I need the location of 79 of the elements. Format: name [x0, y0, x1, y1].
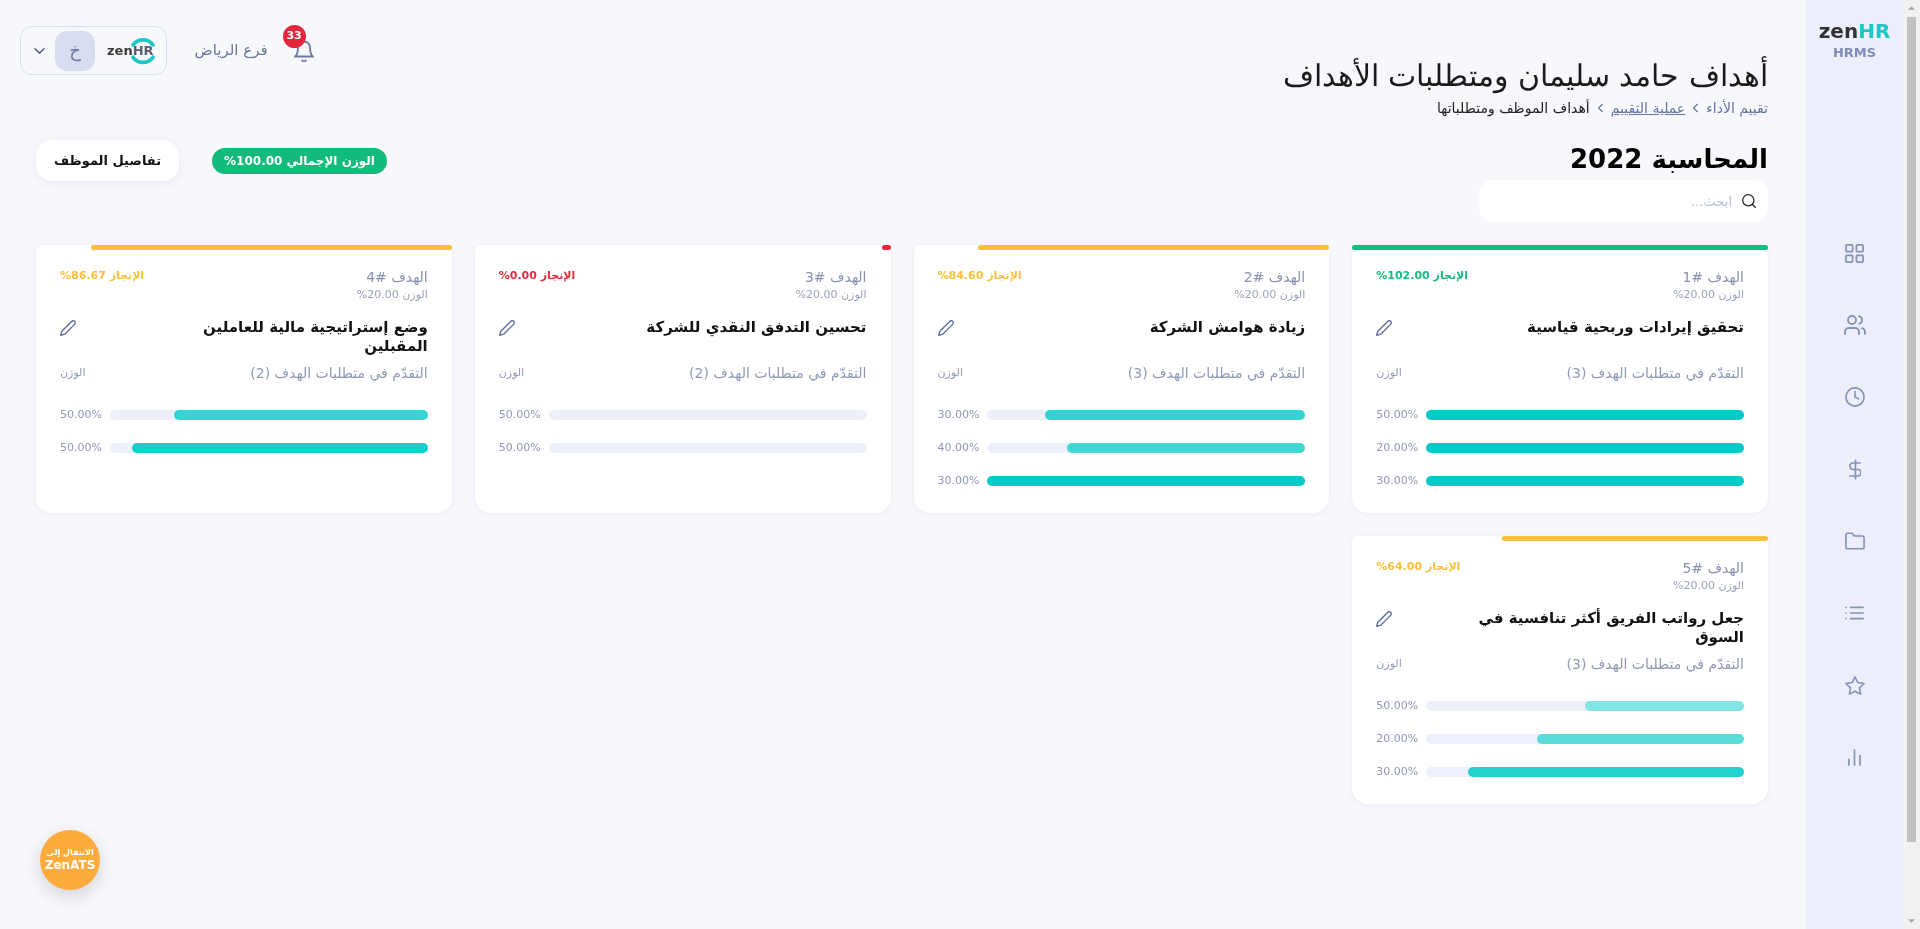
folder-icon[interactable] [1844, 532, 1865, 550]
bar-chart-icon[interactable] [1848, 748, 1861, 766]
weight-header: الوزن [498, 364, 525, 381]
progress-label: التقدّم في متطلبات الهدف (3) [1566, 654, 1744, 675]
goal-title: وضع إستراتيجية مالية للعاملين المقبلين [202, 318, 428, 356]
dollar-icon[interactable] [1848, 458, 1861, 480]
achievement-text: الإنجاز 0.00% [498, 268, 576, 284]
pencil-icon[interactable] [1376, 611, 1393, 627]
breadcrumb-link[interactable]: عملية التقييم [1610, 97, 1686, 119]
requirement-weight: 20.00% [1376, 439, 1419, 456]
goal-weight: الوزن 20.00% [1673, 578, 1744, 594]
list-icon[interactable] [1845, 606, 1864, 620]
pencil-icon[interactable] [937, 320, 954, 336]
scroll-up-icon[interactable] [1908, 6, 1915, 10]
chevron-icon [1597, 103, 1603, 113]
progress-label: التقدّم في متطلبات الهدف (3) [1566, 363, 1744, 384]
goal-number: الهدف #2 [1243, 268, 1306, 287]
employee-details-button[interactable]: تفاصيل الموظف [36, 140, 180, 181]
scroll-down-icon[interactable] [1908, 919, 1915, 923]
requirement-weight: 50.00% [1376, 406, 1419, 423]
goal-weight: الوزن 20.00% [795, 287, 867, 303]
chevron-icon [1693, 103, 1699, 113]
clock-icon[interactable] [1844, 387, 1865, 407]
branch-name: فرع الرياض [194, 40, 268, 62]
weight-header: الوزن [60, 364, 86, 381]
requirement-weight: 50.00% [1376, 697, 1419, 714]
company-logo: zenHR [105, 35, 158, 66]
requirement-weight: 50.00% [60, 439, 102, 456]
goal-number: الهدف #4 [366, 268, 428, 287]
requirement-weight: 30.00% [937, 472, 980, 489]
pencil-icon[interactable] [498, 320, 515, 336]
requirement-weight: 50.00% [498, 439, 541, 456]
scrollbar-track[interactable] [1903, 0, 1920, 929]
requirement-weight: 50.00% [60, 406, 102, 423]
goal-title: تحسين التدفق النقدي للشركة [646, 318, 867, 337]
grid-icon[interactable] [1845, 243, 1864, 263]
weight-header: الوزن [1376, 655, 1402, 672]
goal-title: زيادة هوامش الشركة [1149, 318, 1306, 337]
progress-label: التقدّم في متطلبات الهدف (3) [1127, 363, 1306, 384]
requirement-weight: 20.00% [1376, 730, 1419, 747]
total-weight-badge: الوزن الإجمالي 100.00% [212, 147, 387, 174]
requirement-weight: 30.00% [937, 406, 980, 423]
requirement-weight: 30.00% [1376, 472, 1419, 489]
app-subtitle: HRMS [1832, 44, 1877, 62]
breadcrumb-current: أهداف الموظف ومتطلباتها [1436, 98, 1590, 119]
goal-number: الهدف #5 [1682, 559, 1744, 578]
requirement-weight: 50.00% [498, 406, 541, 423]
pencil-icon[interactable] [60, 320, 76, 336]
requirement-weight: 30.00% [1376, 763, 1419, 780]
goal-number: الهدف #3 [804, 268, 867, 287]
goal-weight: الوزن 20.00% [356, 287, 428, 303]
goal-number: الهدف #1 [1682, 268, 1744, 287]
achievement-text: الإنجاز 86.67% [60, 268, 145, 284]
achievement-text: الإنجاز 102.00% [1376, 268, 1469, 284]
goal-title: جعل رواتب الفريق أكثر تنافسية في السوق [1477, 609, 1744, 647]
chevron-down-icon [34, 47, 45, 54]
pencil-icon[interactable] [1376, 320, 1393, 336]
goal-weight: الوزن 20.00% [1673, 287, 1744, 303]
goal-weight: الوزن 20.00% [1234, 287, 1306, 303]
user-avatar: خ [55, 30, 95, 71]
requirement-weight: 40.00% [937, 439, 980, 456]
achievement-text: الإنجاز 84.60% [937, 268, 1022, 284]
search-field[interactable]: ابحث... [1479, 180, 1768, 222]
page-title: أهداف حامد سليمان ومتطلبات الأهداف [1282, 56, 1768, 96]
weight-header: الوزن [937, 364, 963, 381]
section-title: المحاسبة 2022 [1570, 143, 1768, 176]
scrollbar-thumb[interactable] [1907, 17, 1916, 842]
achievement-text: الإنجاز 64.00% [1376, 559, 1461, 575]
progress-label: التقدّم في متطلبات الهدف (2) [250, 363, 428, 383]
search-icon [1742, 194, 1756, 208]
bell-icon[interactable] [293, 39, 314, 62]
star-icon[interactable] [1844, 675, 1865, 695]
app-logo: zenHR [1818, 18, 1891, 44]
notification-badge: 33 [282, 24, 306, 48]
breadcrumb-link[interactable]: تقييم الأداء [1706, 97, 1768, 119]
progress-label: التقدّم في متطلبات الهدف (2) [689, 363, 867, 383]
users-icon[interactable] [1843, 315, 1866, 335]
goal-title: تحقيق إيرادات وربحية قياسية [1527, 318, 1744, 337]
weight-header: الوزن [1376, 364, 1402, 381]
